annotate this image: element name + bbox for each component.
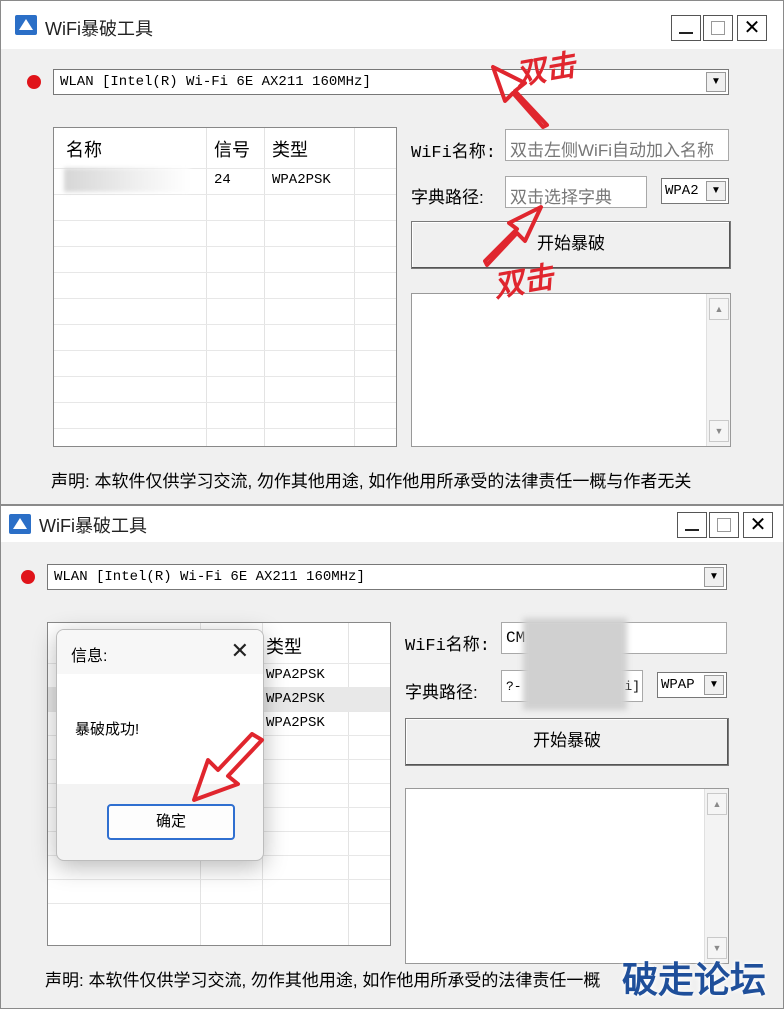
redacted-ssid — [64, 168, 190, 192]
minimize-button[interactable] — [677, 512, 707, 538]
status-dot — [27, 75, 41, 89]
start-crack-button[interactable]: 开始暴破 — [405, 718, 729, 766]
log-output[interactable]: ▲ ▼ — [405, 788, 729, 964]
column-header-type[interactable]: 类型 — [272, 136, 308, 162]
maximize-button[interactable] — [703, 15, 733, 41]
encryption-select[interactable]: WPA2 ▼ — [661, 178, 729, 204]
title-bar: WiFi暴破工具 ✕ — [1, 1, 783, 49]
column-header-type[interactable]: 类型 — [266, 633, 302, 659]
table-cell-signal: 24 — [214, 172, 231, 188]
log-scrollbar[interactable]: ▲ ▼ — [706, 294, 730, 446]
maximize-button[interactable] — [709, 512, 739, 538]
scroll-up-icon[interactable]: ▲ — [707, 793, 727, 815]
column-header-signal[interactable]: 信号 — [214, 136, 250, 162]
main-window-top: WiFi暴破工具 ✕ WLAN [Intel(R) Wi-Fi 6E AX211… — [0, 0, 784, 505]
arrow-annotation-icon — [192, 732, 264, 802]
minimize-icon — [685, 529, 699, 531]
chevron-down-icon[interactable]: ▼ — [706, 181, 726, 201]
app-icon — [9, 514, 31, 534]
dict-path-label: 字典路径: — [405, 683, 478, 702]
dialog-message: 暴破成功! — [75, 721, 140, 738]
table-cell-type: WPA2PSK — [266, 715, 325, 731]
title-bar: WiFi暴破工具 ✕ — [1, 506, 783, 542]
dialog-title-bar: 信息: ✕ — [57, 630, 263, 674]
wifi-name-placeholder: 双击左侧WiFi自动加入名称 — [510, 141, 714, 160]
arrow-annotation-icon — [491, 65, 549, 129]
wifi-name-label: WiFi名称: — [405, 637, 491, 656]
scroll-down-icon[interactable]: ▼ — [709, 420, 729, 442]
table-cell-type: WPA2PSK — [266, 667, 325, 683]
wifi-list[interactable]: 名称 信号 类型 24 WPA2PSK — [53, 127, 397, 447]
maximize-icon — [717, 518, 731, 532]
close-icon: ✕ — [743, 17, 761, 39]
close-button[interactable]: ✕ — [743, 512, 773, 538]
start-crack-button[interactable]: 开始暴破 — [411, 221, 731, 269]
status-dot — [21, 570, 35, 584]
dialog-title: 信息: — [71, 648, 108, 665]
redacted-value — [523, 618, 627, 710]
disclaimer: 声明: 本软件仅供学习交流, 勿作其他用途, 如作他用所承受的法律责任一概 — [45, 971, 601, 990]
close-button[interactable]: ✕ — [737, 15, 767, 41]
table-cell-type: WPA2PSK — [272, 172, 331, 188]
encryption-select-value: WPA2 — [665, 183, 699, 199]
close-icon: ✕ — [749, 514, 767, 536]
wifi-name-input[interactable]: 双击左侧WiFi自动加入名称 — [505, 129, 729, 161]
chevron-down-icon[interactable]: ▼ — [706, 72, 726, 92]
maximize-icon — [711, 21, 725, 35]
log-scrollbar[interactable]: ▲ ▼ — [704, 789, 728, 963]
minimize-button[interactable] — [671, 15, 701, 41]
app-icon — [15, 15, 37, 35]
wifi-name-label: WiFi名称: — [411, 144, 497, 163]
adapter-select-value: WLAN [Intel(R) Wi-Fi 6E AX211 160MHz] — [54, 569, 365, 585]
chevron-down-icon[interactable]: ▼ — [704, 567, 724, 587]
site-watermark: 破走论坛 — [621, 959, 766, 1000]
adapter-select[interactable]: WLAN [Intel(R) Wi-Fi 6E AX211 160MHz] ▼ — [53, 69, 729, 95]
window-title: WiFi暴破工具 — [39, 516, 147, 536]
window-title: WiFi暴破工具 — [45, 19, 153, 39]
dict-path-value-start: ?- — [506, 679, 522, 694]
wifi-list-header: 名称 信号 类型 — [54, 128, 396, 168]
disclaimer: 声明: 本软件仅供学习交流, 勿作其他用途, 如作他用所承受的法律责任一概与作者… — [51, 472, 692, 491]
minimize-icon — [679, 32, 693, 34]
close-icon[interactable]: ✕ — [231, 638, 249, 664]
scroll-up-icon[interactable]: ▲ — [709, 298, 729, 320]
chevron-down-icon[interactable]: ▼ — [704, 675, 724, 695]
ok-button[interactable]: 确定 — [107, 804, 235, 840]
adapter-select[interactable]: WLAN [Intel(R) Wi-Fi 6E AX211 160MHz] ▼ — [47, 564, 727, 590]
adapter-select-value: WLAN [Intel(R) Wi-Fi 6E AX211 160MHz] — [60, 74, 371, 90]
table-cell-type: WPA2PSK — [266, 691, 325, 707]
encryption-select-value: WPAP — [661, 677, 695, 693]
column-header-name[interactable]: 名称 — [66, 136, 102, 162]
dict-path-label: 字典路径: — [411, 188, 484, 207]
log-output[interactable]: ▲ ▼ — [411, 293, 731, 447]
start-crack-button-label: 开始暴破 — [533, 731, 601, 750]
encryption-select[interactable]: WPAP ▼ — [657, 672, 727, 698]
